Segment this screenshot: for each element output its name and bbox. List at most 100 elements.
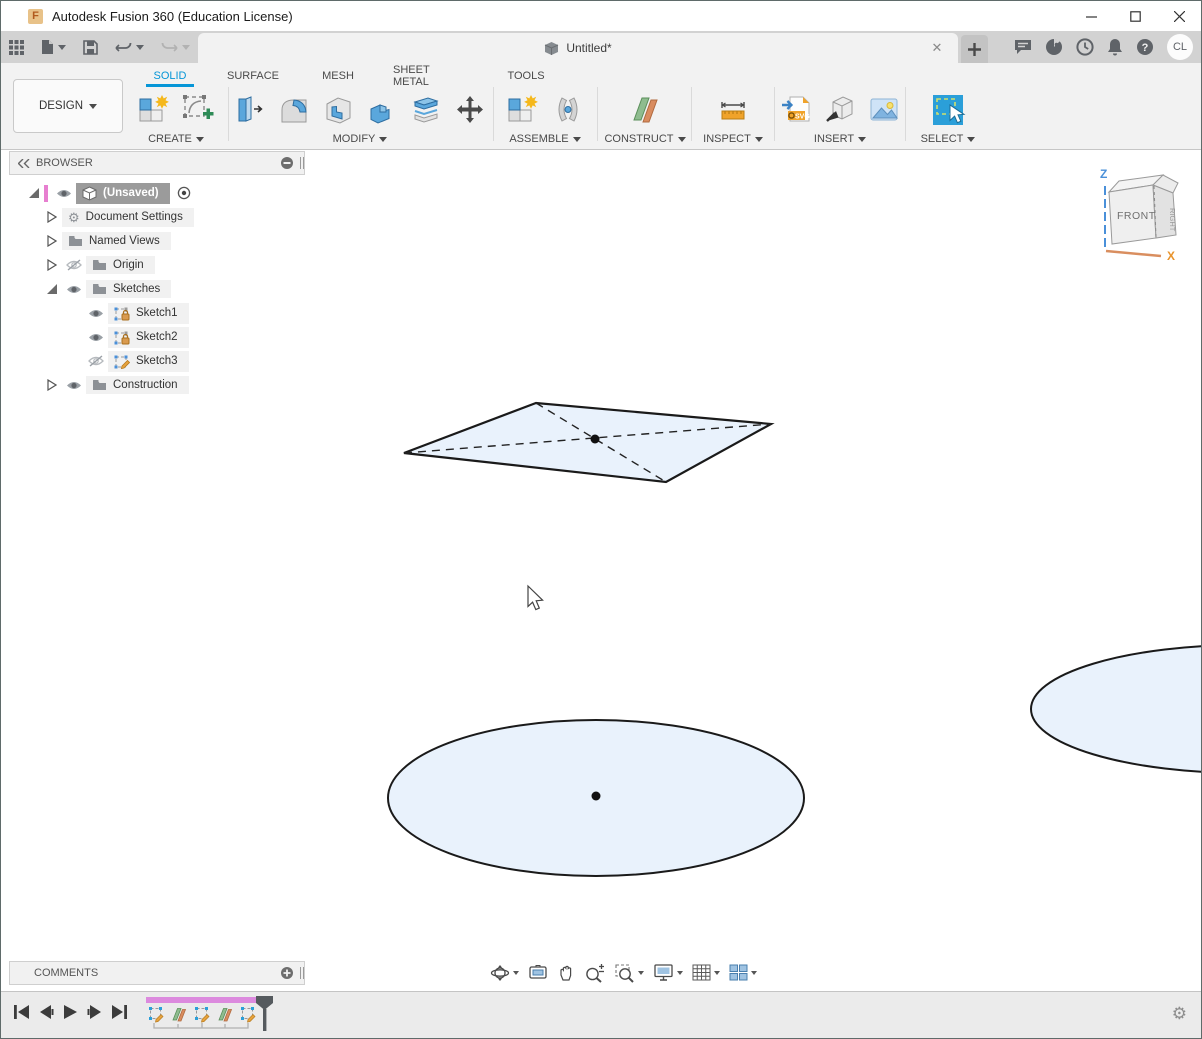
timeline-feature-sketch2[interactable] bbox=[194, 1006, 211, 1023]
zoom-button[interactable] bbox=[584, 963, 605, 983]
expand-arrow-icon[interactable] bbox=[24, 187, 44, 199]
tab-sheet-metal[interactable]: SHEET METAL bbox=[393, 68, 467, 84]
timeline-play-button[interactable] bbox=[63, 1004, 78, 1020]
timeline-feature-plane1[interactable] bbox=[171, 1006, 188, 1023]
move-button[interactable] bbox=[451, 90, 489, 130]
browser-row-construction[interactable]: Construction bbox=[42, 373, 305, 397]
undo-icon[interactable] bbox=[115, 40, 144, 54]
tab-solid[interactable]: SOLID bbox=[146, 68, 194, 84]
browser-row-sketch2[interactable]: Sketch2 bbox=[84, 325, 305, 349]
sketch-ellipse-center-point[interactable] bbox=[592, 792, 601, 801]
expand-arrow-icon[interactable] bbox=[42, 379, 62, 391]
timeline-go-to-start-button[interactable] bbox=[13, 1004, 30, 1020]
browser-row-named-views[interactable]: Named Views bbox=[42, 229, 305, 253]
tab-tools[interactable]: TOOLS bbox=[505, 68, 547, 84]
new-document-tab-button[interactable] bbox=[961, 35, 988, 63]
document-tab-close-icon[interactable]: ✕ bbox=[928, 39, 946, 57]
close-button[interactable] bbox=[1157, 2, 1201, 30]
visibility-eye-off-icon[interactable] bbox=[84, 355, 108, 367]
timeline-settings-gear-icon[interactable]: ⚙ bbox=[1172, 1005, 1187, 1022]
browser-row-document-settings[interactable]: ⚙ Document Settings bbox=[42, 205, 305, 229]
visibility-eye-icon[interactable] bbox=[84, 332, 108, 343]
job-status-icon[interactable] bbox=[1076, 38, 1094, 56]
viewports-button[interactable] bbox=[729, 964, 757, 981]
measure-button[interactable] bbox=[714, 90, 752, 130]
assemble-new-component-button[interactable] bbox=[504, 90, 542, 130]
browser-row-root-component[interactable]: (Unsaved) bbox=[24, 181, 305, 205]
timeline-step-forward-button[interactable] bbox=[87, 1004, 102, 1020]
add-comment-icon[interactable] bbox=[280, 966, 294, 980]
display-settings-button[interactable] bbox=[653, 963, 683, 982]
save-icon[interactable] bbox=[83, 40, 98, 55]
show-data-panel-icon[interactable] bbox=[9, 40, 24, 55]
workspace-selector[interactable]: DESIGN bbox=[13, 79, 123, 133]
grid-dropdown-icon[interactable] bbox=[714, 971, 720, 975]
minimize-button[interactable] bbox=[1069, 2, 1113, 30]
extensions-icon[interactable] bbox=[1045, 38, 1063, 56]
insert-svg-button[interactable]: SVG bbox=[777, 90, 815, 130]
group-label-insert[interactable]: INSERT bbox=[814, 133, 866, 145]
expand-arrow-icon[interactable] bbox=[42, 235, 62, 247]
timeline-step-back-button[interactable] bbox=[39, 1004, 54, 1020]
select-button[interactable] bbox=[929, 90, 967, 130]
visibility-eye-icon[interactable] bbox=[84, 308, 108, 319]
panel-grip[interactable] bbox=[300, 967, 304, 979]
timeline-feature-plane2[interactable] bbox=[217, 1006, 234, 1023]
window-zoom-dropdown-icon[interactable] bbox=[638, 971, 644, 975]
viewports-dropdown-icon[interactable] bbox=[751, 971, 757, 975]
combine-button[interactable] bbox=[363, 90, 401, 130]
joint-button[interactable] bbox=[548, 90, 586, 130]
create-sketch-button[interactable] bbox=[179, 90, 217, 130]
offset-face-button[interactable] bbox=[407, 90, 445, 130]
expand-arrow-icon[interactable] bbox=[42, 211, 62, 223]
group-label-construct[interactable]: CONSTRUCT bbox=[604, 133, 685, 145]
activate-component-radio[interactable] bbox=[177, 186, 191, 200]
user-avatar[interactable]: CL bbox=[1167, 34, 1193, 60]
orbit-button[interactable] bbox=[490, 963, 519, 983]
group-label-inspect[interactable]: INSPECT bbox=[703, 133, 763, 145]
help-icon[interactable]: ? bbox=[1136, 38, 1154, 56]
remove-panel-icon[interactable] bbox=[280, 156, 294, 170]
timeline-position-marker[interactable] bbox=[255, 995, 275, 1033]
display-settings-dropdown-icon[interactable] bbox=[677, 971, 683, 975]
collapse-panel-icon[interactable] bbox=[18, 159, 30, 168]
collapse-arrow-icon[interactable] bbox=[42, 283, 62, 295]
browser-row-sketch1[interactable]: Sketch1 bbox=[84, 301, 305, 325]
look-at-button[interactable] bbox=[528, 964, 548, 982]
browser-row-sketch3[interactable]: Sketch3 bbox=[84, 349, 305, 373]
shell-button[interactable] bbox=[319, 90, 357, 130]
timeline-feature-sketch1[interactable] bbox=[148, 1006, 165, 1023]
visibility-eye-off-icon[interactable] bbox=[62, 259, 86, 271]
root-component-label[interactable]: (Unsaved) bbox=[76, 183, 170, 204]
window-zoom-button[interactable] bbox=[614, 963, 644, 983]
visibility-eye-icon[interactable] bbox=[62, 380, 86, 391]
new-component-button[interactable] bbox=[135, 90, 173, 130]
tab-surface[interactable]: SURFACE bbox=[223, 68, 283, 84]
timeline-go-to-end-button[interactable] bbox=[111, 1004, 128, 1020]
orbit-dropdown-icon[interactable] bbox=[513, 971, 519, 975]
visibility-eye-icon[interactable] bbox=[62, 284, 86, 295]
sketch-plane[interactable] bbox=[404, 403, 771, 482]
group-label-modify[interactable]: MODIFY bbox=[333, 133, 388, 145]
fillet-button[interactable] bbox=[275, 90, 313, 130]
panel-grip[interactable] bbox=[300, 157, 304, 169]
sketch-plane-center-point[interactable] bbox=[591, 435, 600, 444]
view-cube[interactable]: Z X FRONT RIGHT bbox=[1081, 156, 1199, 268]
comments-icon[interactable] bbox=[1014, 39, 1032, 55]
group-label-create[interactable]: CREATE bbox=[148, 133, 204, 145]
group-label-select[interactable]: SELECT bbox=[921, 133, 976, 145]
press-pull-button[interactable] bbox=[231, 90, 269, 130]
visibility-eye-icon[interactable] bbox=[52, 188, 76, 199]
redo-icon[interactable] bbox=[161, 40, 190, 54]
expand-arrow-icon[interactable] bbox=[42, 259, 62, 271]
construction-plane-button[interactable] bbox=[626, 90, 664, 130]
browser-row-sketches[interactable]: Sketches bbox=[42, 277, 305, 301]
insert-mesh-button[interactable] bbox=[821, 90, 859, 130]
document-tab[interactable]: Untitled* ✕ bbox=[198, 33, 958, 63]
tab-mesh[interactable]: MESH bbox=[319, 68, 357, 84]
canvas-button[interactable] bbox=[865, 90, 903, 130]
notifications-icon[interactable] bbox=[1107, 38, 1123, 56]
viewcube-right-label[interactable]: RIGHT bbox=[1168, 208, 1177, 232]
pan-button[interactable] bbox=[557, 963, 575, 983]
grid-button[interactable] bbox=[692, 964, 720, 981]
